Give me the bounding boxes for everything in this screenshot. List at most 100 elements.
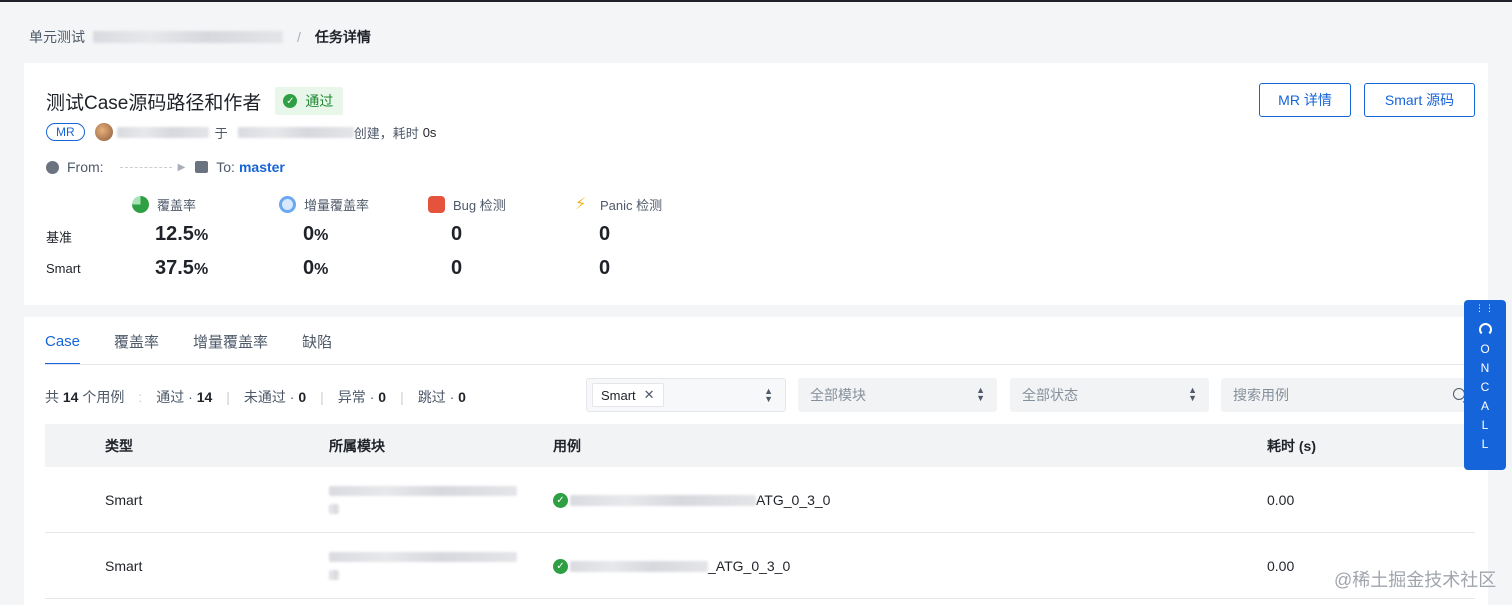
tab-defects[interactable]: 缺陷 (302, 317, 332, 365)
mr-detail-button[interactable]: MR 详情 (1259, 83, 1351, 117)
meta-duration: 0s (422, 124, 437, 140)
oncall-label: O N C A L L (1480, 342, 1489, 452)
smart-source-button[interactable]: Smart 源码 (1364, 83, 1475, 117)
to-label: To: (216, 159, 235, 175)
status-filter-select[interactable]: 全部状态 ▲ ▼ (1010, 378, 1209, 412)
oncall-letter: C (1480, 380, 1490, 394)
target-branch-link[interactable]: master (239, 159, 285, 175)
module-filter-select[interactable]: 全部模块 ▲ ▼ (798, 378, 997, 412)
cell-case: ✓ _ATG_0_3_0 (553, 533, 790, 599)
breadcrumb: 单元测试 / 任务详情 (29, 27, 371, 47)
summary-separator: | (400, 389, 404, 405)
metric-header-label: Bug 检测 (453, 198, 506, 213)
headset-icon (1478, 323, 1492, 336)
case-name-redacted (570, 560, 708, 572)
table-row[interactable]: Smart ✓ _ATG_0_3_0 0.00 (45, 533, 1475, 599)
arrow-right-icon: ▶ (177, 161, 186, 173)
check-circle-icon: ✓ (283, 94, 298, 108)
summary-separator: | (320, 389, 324, 405)
close-icon[interactable]: ✕ (644, 387, 655, 403)
case-name-redacted (570, 494, 756, 506)
metric-value-base-bug: 0 (451, 223, 463, 245)
bug-icon (428, 196, 445, 213)
column-header-time[interactable]: 耗时 (s) (1267, 436, 1316, 456)
created-time-redacted (237, 126, 354, 138)
oncall-letter: L (1481, 437, 1489, 451)
mr-tag: MR (46, 123, 85, 141)
case-list-card: Case 覆盖率 增量覆盖率 缺陷 共 14 个用例 : 通过 · 14 | 未… (24, 317, 1488, 605)
metric-header-label: 增量覆盖率 (304, 198, 370, 213)
metric-row-label-base: 基准 (46, 230, 73, 245)
metric-header-coverage: 覆盖率 (132, 195, 196, 214)
tab-case[interactable]: Case (45, 317, 81, 365)
metric-value-base-coverage: 12.5% (155, 223, 209, 245)
tab-incremental-coverage[interactable]: 增量覆盖率 (193, 317, 268, 365)
status-filter-placeholder: 全部状态 (1022, 387, 1078, 403)
author-redacted (116, 126, 209, 138)
metric-value-smart-panic: 0 (599, 257, 611, 279)
cell-type: Smart (105, 558, 143, 574)
status-text: 通过 (305, 93, 334, 109)
chip-label: Smart (601, 387, 636, 403)
meta-created-text: 创建，耗时 (353, 125, 419, 141)
metric-header-incremental: 增量覆盖率 (279, 195, 369, 214)
column-header-case: 用例 (553, 437, 581, 454)
tabs-divider (45, 364, 1475, 365)
lightning-icon: ⚡ (575, 196, 587, 213)
breadcrumb-root[interactable]: 单元测试 (29, 27, 85, 47)
metric-value-base-panic: 0 (599, 223, 611, 245)
target-icon (279, 196, 296, 213)
oncall-letter: N (1480, 361, 1490, 375)
branch-connector (119, 166, 172, 168)
avatar (94, 123, 113, 141)
meta-row: MR 于 创建，耗时 0s (46, 122, 436, 142)
summary-failed: 未通过 · 0 (243, 389, 307, 405)
metric-header-bug: Bug 检测 (428, 195, 506, 214)
sort-arrows-icon: ▲ ▼ (1188, 385, 1197, 403)
metrics-panel: 覆盖率 增量覆盖率 Bug 检测 ⚡ Panic 检测 基准 Smart 12.… (24, 191, 724, 291)
column-header-type: 类型 (105, 437, 133, 454)
metric-value-smart-bug: 0 (451, 257, 463, 279)
table-row[interactable]: Smart ✓ ATG_0_3_0 0.00 (45, 467, 1475, 533)
oncall-letter: O (1480, 342, 1490, 356)
case-summary: 共 14 个用例 : 通过 · 14 | 未通过 · 0 | 异常 · 0 | … (45, 387, 466, 407)
tab-coverage[interactable]: 覆盖率 (114, 317, 159, 365)
summary-separator: | (226, 389, 230, 405)
tab-bar: Case 覆盖率 增量覆盖率 缺陷 (45, 317, 332, 365)
metric-header-panic: ⚡ Panic 检测 (575, 195, 662, 214)
metric-value-base-incremental: 0% (303, 223, 329, 245)
branch-row: From: ▶ To: master (46, 157, 285, 177)
from-label: From: (67, 159, 104, 175)
page-title: 测试Case源码路径和作者 (46, 92, 262, 114)
summary-total: 共 14 个用例 (45, 389, 125, 405)
case-table: 类型 所属模块 用例 耗时 (s) Smart ✓ ATG_0_3_0 0.00… (45, 424, 1475, 599)
breadcrumb-redacted[interactable] (93, 31, 283, 43)
sort-arrows-icon: ▲ ▼ (976, 385, 985, 403)
case-name-suffix: ATG_0_3_0 (756, 492, 831, 508)
type-filter-select[interactable]: Smart ✕ ▲ ▼ (586, 378, 786, 412)
column-header-module: 所属模块 (329, 437, 385, 454)
metric-value-smart-incremental: 0% (303, 257, 329, 279)
oncall-letter: L (1481, 418, 1489, 432)
cell-time: 0.00 (1267, 492, 1295, 508)
type-filter-chip: Smart ✕ (592, 383, 664, 407)
metric-value-smart-coverage: 37.5% (155, 257, 209, 279)
cell-module (329, 467, 517, 533)
breadcrumb-separator: / (297, 29, 301, 45)
oncall-button[interactable]: ⋮⋮ O N C A L L (1464, 300, 1506, 470)
case-search-box (1221, 378, 1475, 412)
cell-module (329, 533, 517, 599)
status-badge: ✓ 通过 (275, 87, 344, 115)
cell-type: Smart (105, 492, 143, 508)
metric-row-label-smart: Smart (46, 261, 81, 276)
git-branch-icon (46, 160, 59, 174)
module-filter-placeholder: 全部模块 (810, 387, 866, 403)
meta-at-text: 于 (214, 125, 228, 141)
case-search-input[interactable] (1233, 387, 1433, 403)
check-circle-icon: ✓ (553, 492, 568, 508)
summary-separator: : (138, 389, 143, 405)
cell-time: 0.00 (1267, 558, 1295, 574)
summary-passed: 通过 · 14 (156, 389, 213, 405)
drag-handle-icon[interactable]: ⋮⋮ (1475, 304, 1495, 313)
breadcrumb-current: 任务详情 (314, 29, 371, 45)
